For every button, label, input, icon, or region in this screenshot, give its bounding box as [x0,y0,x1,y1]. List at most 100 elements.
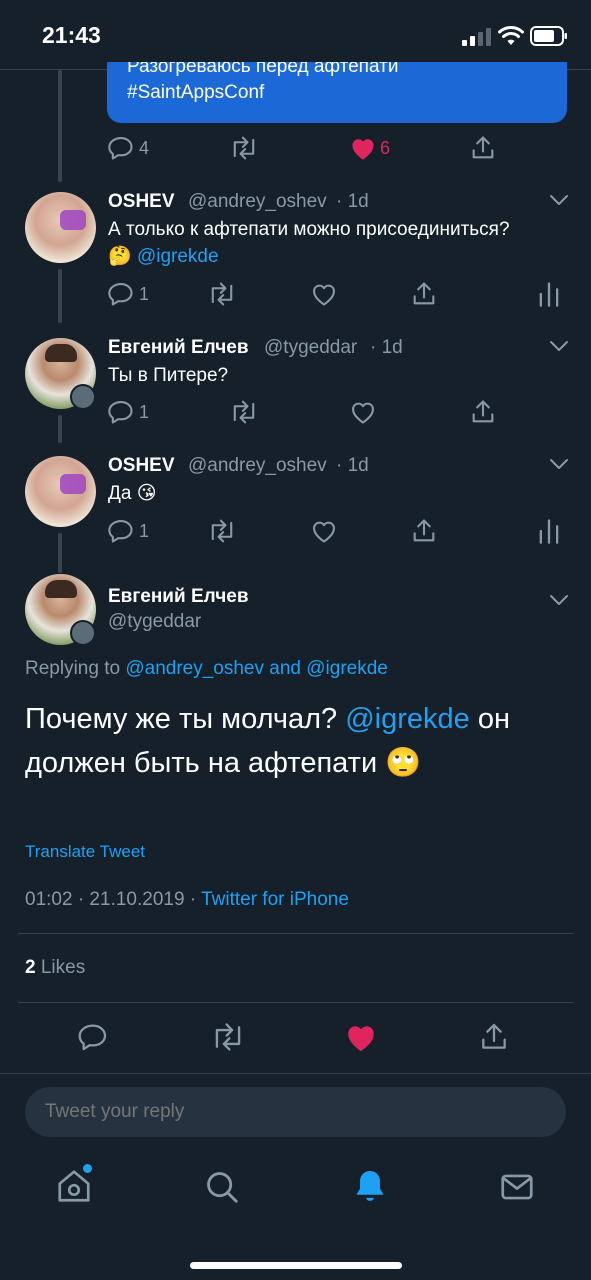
likes-label: Likes [40,957,86,978]
translate-tweet-link[interactable]: Translate Tweet [25,842,145,862]
reply-count: 1 [139,521,150,541]
reply-count: 1 [139,402,150,422]
tweet-actions: 1 [107,517,567,547]
divider [18,1002,573,1003]
eye-roll-emoji: 🙄 [385,747,422,779]
wifi-icon [498,26,524,46]
kiss-emoji: 😘 [136,483,157,504]
tweet-text: Да 😘 [108,480,157,507]
author-handle[interactable]: @andrey_oshev [188,191,327,213]
like-icon[interactable] [310,281,338,307]
share-icon[interactable] [410,517,438,545]
reply-icon[interactable] [77,1020,109,1054]
tweet-actions: 1 [107,398,567,428]
share-icon[interactable] [478,1020,510,1054]
tweet-time: · 1d [336,191,369,212]
retweet-icon[interactable] [210,1020,246,1054]
replying-to-user-link[interactable]: @andrey_oshev [125,658,264,679]
tweet-actions: 1 [107,280,567,310]
author-handle[interactable]: @tygeddar [264,337,357,359]
like-icon[interactable] [349,399,377,425]
reply-input-box[interactable] [25,1087,566,1137]
thread-line [58,269,62,323]
battery-icon [530,26,568,46]
avatar[interactable] [25,192,96,263]
reply-icon[interactable] [107,398,135,426]
tweet-time: · 1d [370,337,403,358]
status-bar: 21:43 [0,0,591,70]
like-count: 6 [380,138,391,158]
main-tweet-text: Почему же ты молчал? @igrekde он должен … [25,697,570,785]
prev-tweet-card-line2: #SaintAppsConf [127,82,265,103]
thread-line [58,70,62,182]
analytics-icon[interactable] [537,517,561,545]
notification-dot [83,1164,92,1173]
reply-icon[interactable] [107,134,135,162]
main-tweet-actions [0,1018,591,1058]
replying-to-and: and [269,658,301,679]
author-name[interactable]: OSHEV [108,455,175,477]
tweet-text-body: А только к афтепати можно присоединиться… [108,219,510,240]
like-icon[interactable] [349,135,377,161]
mention-link[interactable]: @igrekde [137,246,219,267]
reply-count: 4 [139,138,150,158]
share-icon[interactable] [469,134,497,162]
chevron-down-icon[interactable] [548,456,570,472]
prev-tweet-card[interactable]: Разогреваюсь перед афтепати #SaintAppsCo… [107,62,567,123]
divider [0,1073,591,1074]
reply-input[interactable] [45,1087,545,1137]
verified-user-badge [70,620,96,646]
home-indicator [190,1262,402,1269]
main-tweet-text-part: должен быть на афтепати [25,747,378,779]
prev-tweet-actions: 4 6 [107,134,527,164]
author-handle[interactable]: @andrey_oshev [188,455,327,477]
reply-icon[interactable] [107,280,135,308]
replying-to: Replying to @andrey_oshev and @igrekde [25,658,388,680]
likes-summary[interactable]: 2 Likes [25,957,85,979]
timestamp-text: 01:02 · 21.10.2019 · [25,889,197,910]
thread-line [58,533,62,573]
retweet-icon[interactable] [207,280,237,308]
author-handle[interactable]: @tygeddar [108,611,201,633]
author-name[interactable]: OSHEV [108,191,175,213]
retweet-icon[interactable] [229,134,259,162]
chevron-down-icon[interactable] [548,592,570,608]
avatar[interactable] [25,456,96,527]
tweet-timestamp: 01:02 · 21.10.2019 · Twitter for iPhone [25,889,349,911]
replying-to-label: Replying to [25,658,121,679]
share-icon[interactable] [469,398,497,426]
main-tweet-text-part: Почему же ты молчал? [25,703,338,735]
share-icon[interactable] [410,280,438,308]
author-name[interactable]: Евгений Елчев [108,586,249,608]
chevron-down-icon[interactable] [548,338,570,354]
author-name[interactable]: Евгений Елчев [108,337,249,359]
reply-icon[interactable] [107,517,135,545]
retweet-icon[interactable] [207,517,237,545]
divider [18,933,573,934]
like-icon[interactable] [310,518,338,544]
tweet-text: А только к афтепати можно присоединиться… [108,216,578,270]
tweet-text: Ты в Питере? [108,365,229,386]
verified-user-badge [70,384,96,410]
tweet-time: · 1d [336,455,369,476]
tweet-text-body: Да [108,483,132,504]
like-icon[interactable] [344,1021,378,1053]
search-icon[interactable] [203,1168,241,1206]
thread-line [58,415,62,443]
main-tweet-text-part: он [477,703,511,735]
messages-icon[interactable] [498,1168,536,1206]
tab-bar [0,1150,591,1280]
thinking-emoji: 🤔 [108,246,132,267]
notifications-icon[interactable] [351,1167,389,1205]
prev-tweet-card-line1: Разогреваюсь перед афтепати [127,62,399,77]
retweet-icon[interactable] [229,398,259,426]
reply-count: 1 [139,284,150,304]
replying-to-user-link[interactable]: @igrekde [306,658,388,679]
chevron-down-icon[interactable] [548,192,570,208]
source-link[interactable]: Twitter for iPhone [201,889,349,910]
likes-count: 2 [25,957,36,978]
analytics-icon[interactable] [537,280,561,308]
cellular-signal-icon [462,28,492,46]
mention-link[interactable]: @igrekde [345,703,470,735]
status-time: 21:43 [42,22,101,48]
